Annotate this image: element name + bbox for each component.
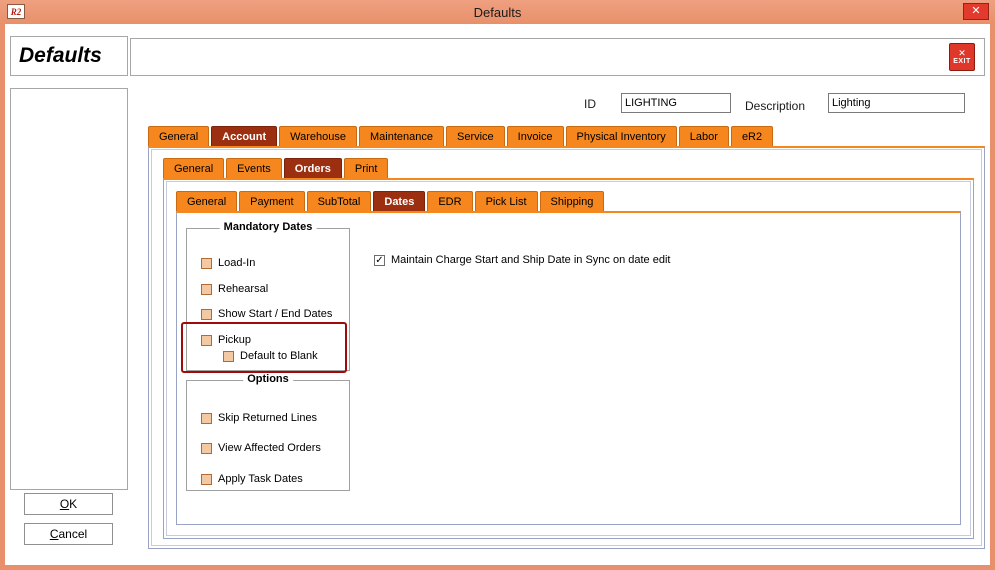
tab1-invoice[interactable]: Invoice	[507, 126, 564, 146]
description-label: Description	[745, 99, 805, 113]
rehearsal-label: Rehearsal	[218, 283, 268, 295]
tab-row-level2: General Events Orders Print	[163, 157, 388, 178]
checkbox-show-start-end-dates[interactable]: Show Start / End Dates	[201, 306, 332, 322]
options-title: Options	[243, 373, 293, 385]
tab1-general[interactable]: General	[148, 126, 209, 146]
exit-button-label: EXIT	[953, 58, 971, 65]
checkbox-skip-returned-lines[interactable]: Skip Returned Lines	[201, 410, 317, 426]
tab3-general[interactable]: General	[176, 191, 237, 211]
show-start-end-label: Show Start / End Dates	[218, 308, 332, 320]
exit-icon: ✕	[958, 49, 966, 58]
checkbox-rehearsal[interactable]: Rehearsal	[201, 281, 268, 297]
load-in-label: Load-In	[218, 257, 255, 269]
maintain-sync-label: Maintain Charge Start and Ship Date in S…	[391, 254, 670, 266]
tab2-events[interactable]: Events	[226, 158, 282, 178]
checkbox-maintain-sync[interactable]: ✓ Maintain Charge Start and Ship Date in…	[374, 252, 670, 268]
defaults-window: R2 Defaults ✕ Defaults OK Cancel ✕ EXIT …	[0, 0, 995, 570]
tab-row-level3: General Payment SubTotal Dates EDR Pick …	[176, 190, 604, 211]
tab3-dates[interactable]: Dates	[373, 191, 425, 211]
tab1-maintenance[interactable]: Maintenance	[359, 126, 444, 146]
skip-returned-lines-label: Skip Returned Lines	[218, 412, 317, 424]
ok-button-label: OK	[60, 497, 77, 511]
window-title: Defaults	[0, 5, 995, 20]
exit-button[interactable]: ✕ EXIT	[949, 43, 975, 71]
load-in-checkbox-icon[interactable]	[201, 258, 212, 269]
apply-task-dates-checkbox-icon[interactable]	[201, 474, 212, 485]
toolbar: ✕ EXIT	[130, 38, 985, 76]
rehearsal-checkbox-icon[interactable]	[201, 284, 212, 295]
tab2-orders[interactable]: Orders	[284, 158, 342, 178]
show-start-end-checkbox-icon[interactable]	[201, 309, 212, 320]
title-bar: R2 Defaults ✕	[0, 0, 995, 24]
id-field[interactable]	[621, 93, 731, 113]
checkbox-load-in[interactable]: Load-In	[201, 255, 255, 271]
tab-row-level1: General Account Warehouse Maintenance Se…	[148, 125, 773, 146]
maintain-sync-checkbox-icon[interactable]: ✓	[374, 255, 385, 266]
apply-task-dates-label: Apply Task Dates	[218, 473, 303, 485]
tab3-subtotal[interactable]: SubTotal	[307, 191, 372, 211]
checkbox-view-affected-orders[interactable]: View Affected Orders	[201, 440, 321, 456]
tab2-print[interactable]: Print	[344, 158, 389, 178]
tab1-service[interactable]: Service	[446, 126, 505, 146]
tab1-account[interactable]: Account	[211, 126, 277, 146]
view-affected-orders-checkbox-icon[interactable]	[201, 443, 212, 454]
skip-returned-lines-checkbox-icon[interactable]	[201, 413, 212, 424]
left-list-box[interactable]	[10, 88, 128, 490]
tab3-shipping[interactable]: Shipping	[540, 191, 605, 211]
cancel-button[interactable]: Cancel	[24, 523, 113, 545]
ok-button[interactable]: OK	[24, 493, 113, 515]
highlight-rectangle	[181, 322, 347, 373]
id-label: ID	[584, 97, 596, 111]
tab1-labor[interactable]: Labor	[679, 126, 729, 146]
tab1-er2[interactable]: eR2	[731, 126, 773, 146]
app-icon: R2	[7, 4, 25, 19]
tab1-warehouse[interactable]: Warehouse	[279, 126, 357, 146]
close-button[interactable]: ✕	[963, 3, 989, 20]
tab3-pick-list[interactable]: Pick List	[475, 191, 538, 211]
options-group: Options Skip Returned Lines View Affecte…	[186, 380, 350, 491]
cancel-button-label: Cancel	[50, 527, 87, 541]
tab2-general[interactable]: General	[163, 158, 224, 178]
tab3-edr[interactable]: EDR	[427, 191, 472, 211]
tab3-payment[interactable]: Payment	[239, 191, 304, 211]
page-title: Defaults	[11, 44, 102, 68]
mandatory-dates-title: Mandatory Dates	[220, 221, 317, 233]
description-field[interactable]	[828, 93, 965, 113]
page-title-box: Defaults	[10, 36, 128, 76]
checkbox-apply-task-dates[interactable]: Apply Task Dates	[201, 471, 303, 487]
tab1-physical-inventory[interactable]: Physical Inventory	[566, 126, 677, 146]
view-affected-orders-label: View Affected Orders	[218, 442, 321, 454]
